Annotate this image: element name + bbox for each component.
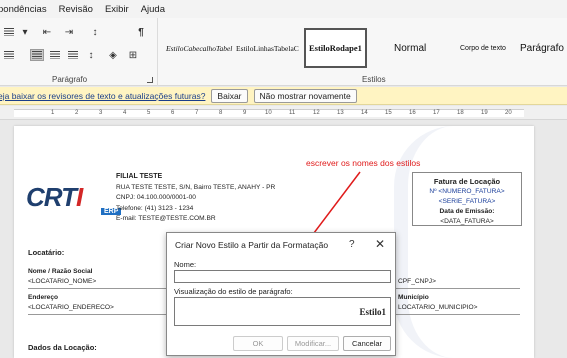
company-email: E-mail: TESTE@TESTE.COM.BR (116, 215, 216, 222)
name-value: <LOCATARIO_NOME> (28, 278, 97, 285)
name-field-label: Nome: (174, 260, 197, 269)
align-left-icon[interactable] (2, 49, 16, 61)
ribbon: ▾ ⇤ ⇥ ↕ ¶ ↕ ◈ ⊞ Parágrafo EstiloCabecalh… (0, 18, 567, 86)
cpf-value: CPF_CNPJ> (398, 278, 436, 285)
invoice-title: Fatura de Locação (433, 177, 501, 186)
style-item-paragrafo[interactable]: Parágrafo c (520, 28, 567, 68)
ruler-number: 4 (123, 110, 127, 116)
styles-group-label: Estilos (362, 75, 386, 84)
create-style-dialog: Criar Novo Estilo a Partir da Formatação… (166, 232, 396, 356)
preview-text: Estilo1 (359, 307, 386, 317)
ruler-number: 19 (481, 110, 488, 116)
ruler-number: 2 (75, 110, 79, 116)
issue-date-value: <DATA_FATURA> (440, 218, 494, 225)
cancel-button[interactable]: Cancelar (343, 336, 391, 351)
download-button[interactable]: Baixar (211, 88, 248, 103)
modify-button[interactable]: Modificar... (287, 336, 339, 351)
tab-revisao[interactable]: Revisão (59, 4, 93, 15)
info-bar-message[interactable]: eja baixar os revisores de texto e atual… (0, 91, 205, 101)
ruler-number: 1 (51, 110, 55, 116)
ruler-number: 3 (99, 110, 103, 116)
ruler-number: 12 (313, 110, 320, 116)
company-cnpj: CNPJ: 04.100.000/0001-00 (116, 194, 196, 201)
company-name: FILIAL TESTE (116, 173, 163, 180)
ruler-number: 14 (361, 110, 368, 116)
company-address: RUA TESTE TESTE, S/N, Bairro TESTE, ANAH… (116, 183, 276, 191)
paragraph-group: ▾ ⇤ ⇥ ↕ ¶ ↕ ◈ ⊞ Parágrafo (0, 18, 158, 86)
proofing-info-bar: eja baixar os revisores de texto e atual… (0, 87, 567, 105)
company-phone: Telefone: (41) 3123 - 1234 (116, 204, 194, 212)
ruler-number: 17 (433, 110, 440, 116)
invoice-number: Nº <NUMERO_FATURA> (429, 188, 505, 195)
name-label: Nome / Razão Social (28, 268, 93, 275)
dialog-title: Criar Novo Estilo a Partir da Formatação (175, 240, 329, 250)
invoice-series: <SERIE_FATURA> (438, 198, 496, 205)
align-center-icon[interactable] (48, 49, 62, 61)
rental-heading: Dados da Locação: (28, 343, 97, 352)
line-spacing-icon[interactable]: ↕ (84, 49, 98, 61)
ruler-number: 13 (337, 110, 344, 116)
city-label: Município (398, 294, 429, 301)
close-icon[interactable]: ✕ (375, 237, 385, 251)
style-name-input[interactable] (174, 270, 391, 283)
borders-icon[interactable]: ⊞ (126, 49, 140, 61)
decrease-indent-icon[interactable]: ⇤ (40, 26, 54, 38)
style-item-corpo[interactable]: Corpo de texto (460, 28, 506, 68)
ruler-number: 11 (289, 110, 296, 116)
address-label: Endereço (28, 294, 59, 301)
ok-button[interactable]: OK (233, 336, 283, 351)
address-value: <LOCATARIO_ENDERECO> (28, 304, 114, 311)
logo-text: CRT (26, 182, 77, 212)
ruler-number: 20 (505, 110, 512, 116)
paragraph-group-label: Parágrafo (52, 75, 88, 84)
style-item-rodape[interactable]: EstiloRodape1 (304, 28, 367, 68)
numbering-icon[interactable] (2, 26, 16, 38)
ribbon-tabs: pondências Revisão Exibir Ajuda (0, 0, 567, 18)
style-preview: Estilo1 (174, 297, 391, 326)
dialog-launcher-icon[interactable] (147, 77, 153, 83)
style-item-linhas[interactable]: EstiloLinhasTabelaC (236, 28, 299, 68)
align-justify-icon[interactable] (30, 49, 44, 61)
invoice-box: Fatura de Locação Nº <NUMERO_FATURA> <SE… (412, 172, 522, 226)
tab-exibir[interactable]: Exibir (105, 4, 129, 15)
ruler-number: 16 (409, 110, 416, 116)
tab-correspondencias[interactable]: pondências (0, 4, 47, 15)
company-logo: CRTI ERP (26, 182, 122, 215)
preview-label: Visualização do estilo de parágrafo: (174, 287, 293, 296)
ruler-number: 18 (457, 110, 464, 116)
ruler-number: 5 (147, 110, 151, 116)
ruler-number: 6 (171, 110, 175, 116)
ruler-number: 9 (243, 110, 247, 116)
ruler-number: 15 (385, 110, 392, 116)
increase-indent-icon[interactable]: ⇥ (62, 26, 76, 38)
shading-icon[interactable]: ◈ (106, 49, 120, 61)
pilcrow-icon[interactable]: ¶ (134, 26, 148, 38)
issue-date-label: Data de Emissão: (439, 208, 495, 215)
sort-icon[interactable]: ↕ (88, 26, 102, 38)
locatario-heading: Locatário: (28, 248, 65, 257)
dont-show-again-button[interactable]: Não mostrar novamente (253, 88, 357, 103)
logo-accent: I (75, 182, 83, 212)
styles-gallery: EstiloCabecalhoTabel EstiloLinhasTabelaC… (160, 18, 567, 86)
style-item-normal[interactable]: Normal (394, 28, 426, 68)
help-icon[interactable]: ? (349, 239, 355, 250)
annotation-text: escrever os nomes dos estilos (306, 158, 421, 168)
ruler-number: 7 (195, 110, 199, 116)
align-right-icon[interactable] (66, 49, 80, 61)
tab-ajuda[interactable]: Ajuda (141, 4, 165, 15)
ruler-number: 10 (265, 110, 272, 116)
chevron-down-icon[interactable]: ▾ (18, 26, 32, 38)
horizontal-ruler[interactable]: 1 2 3 4 5 6 7 8 9 10 11 12 13 14 15 16 1… (0, 106, 567, 120)
style-item-cabecalho[interactable]: EstiloCabecalhoTabel (166, 28, 232, 68)
company-info: FILIAL TESTE RUA TESTE TESTE, S/N, Bairr… (116, 172, 275, 225)
ruler-number: 8 (219, 110, 223, 116)
city-value: LOCATARIO_MUNICIPIO> (398, 304, 478, 311)
